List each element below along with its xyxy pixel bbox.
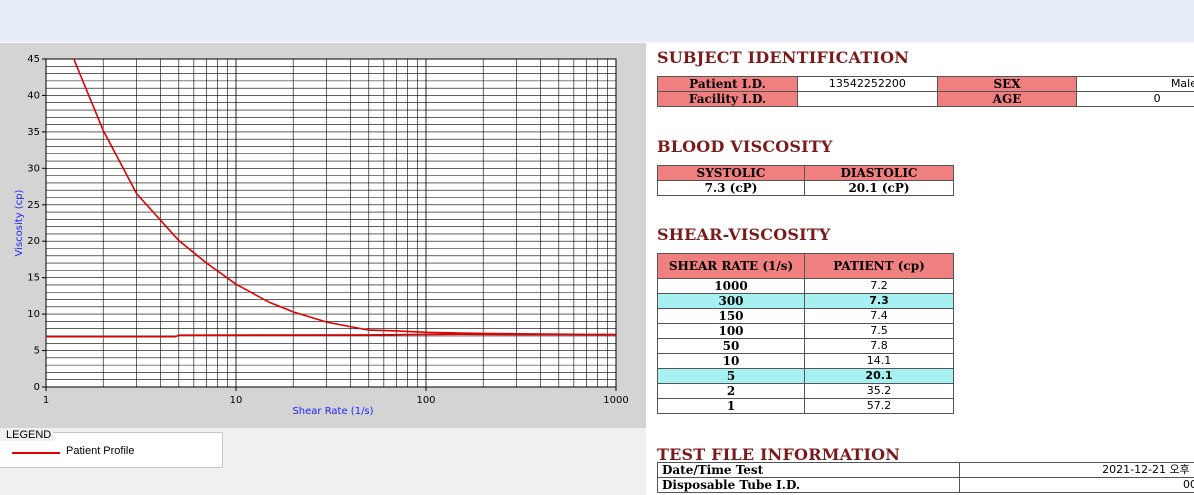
- subject-identification-title: SUBJECT IDENTIFICATION: [657, 48, 910, 67]
- subject-table: Patient I.D. 13542252200 SEX Male Facili…: [657, 76, 1194, 107]
- shear-rate-cell: 1: [657, 398, 805, 414]
- sex-value: Male: [1076, 76, 1194, 92]
- facility-id-label: Facility I.D.: [657, 91, 798, 107]
- systolic-label: SYSTOLIC: [657, 165, 805, 181]
- legend-label: Patient Profile: [66, 445, 135, 457]
- shear-row: 150 7.4: [657, 308, 954, 324]
- age-label: AGE: [936, 91, 1078, 107]
- patient-id-label: Patient I.D.: [657, 76, 798, 92]
- x-tick-label: 100: [416, 395, 435, 406]
- shear-rate-cell: 10: [657, 353, 805, 369]
- blood-viscosity-table: SYSTOLIC DIASTOLIC 7.3 (cP) 20.1 (cP): [657, 165, 954, 196]
- patient-cp-cell: 14.1: [804, 353, 954, 369]
- test-file-table: Date/Time Test 2021-12-21 오후 : Disposabl…: [656, 462, 1194, 493]
- y-tick-label: 0: [34, 382, 40, 393]
- shear-rate-cell: 50: [657, 338, 805, 354]
- legend-swatch: [12, 452, 60, 454]
- y-axis-label: Viscosity (cp): [14, 189, 25, 256]
- diastolic-value: 20.1 (cP): [804, 180, 954, 196]
- sex-label: SEX: [936, 76, 1078, 92]
- blood-viscosity-title: BLOOD VISCOSITY: [657, 137, 833, 156]
- y-tick-label: 35: [27, 127, 40, 138]
- shear-rate-cell: 2: [657, 383, 805, 399]
- y-tick-label: 15: [27, 273, 40, 284]
- facility-id-value: [796, 91, 938, 107]
- shear-rate-cell: 100: [657, 323, 805, 339]
- patient-cp-cell: 20.1: [804, 368, 954, 384]
- y-tick-label: 25: [27, 200, 40, 211]
- y-tick-label: 45: [27, 54, 40, 65]
- x-axis-label: Shear Rate (1/s): [292, 406, 373, 417]
- shear-row: 10 14.1: [657, 353, 954, 369]
- y-tick-label: 5: [34, 346, 40, 357]
- age-value: 0: [1076, 91, 1194, 107]
- top-toolbar-area: [0, 0, 1194, 43]
- date-time-label: Date/Time Test: [656, 462, 961, 478]
- shear-row: 300 7.3: [657, 293, 954, 309]
- patient-cp-cell: 7.4: [804, 308, 954, 324]
- y-tick-label: 20: [27, 236, 40, 247]
- shear-row: 5 20.1: [657, 368, 954, 384]
- viscosity-chart: 0 5 10 15 20 25 30 35 40 45 1 10 100 1000 Shear Rate (…: [14, 54, 629, 417]
- tube-id-label: Disposable Tube I.D.: [656, 477, 961, 493]
- shear-row: 100 7.5: [657, 323, 954, 339]
- shear-rate-header: SHEAR RATE (1/s): [657, 253, 805, 279]
- date-time-value: 2021-12-21 오후 :: [959, 462, 1194, 478]
- shear-rate-cell: 5: [657, 368, 805, 384]
- shear-row: 1 57.2: [657, 398, 954, 414]
- shear-rate-cell: 300: [657, 293, 805, 309]
- shear-viscosity-table: SHEAR RATE (1/s) PATIENT (cp) 1000 7.2 300…: [657, 253, 954, 414]
- x-tick-label: 1: [43, 395, 49, 406]
- y-tick-label: 10: [27, 309, 40, 320]
- plot-area: [45, 58, 617, 388]
- patient-cp-cell: 57.2: [804, 398, 954, 414]
- y-tick-label: 40: [27, 90, 40, 101]
- patient-cp-cell: 7.3: [804, 293, 954, 309]
- shear-rate-cell: 1000: [657, 278, 805, 294]
- patient-cp-cell: 7.8: [804, 338, 954, 354]
- y-tick-label: 30: [27, 163, 40, 174]
- diastolic-label: DIASTOLIC: [804, 165, 954, 181]
- shear-row: 50 7.8: [657, 338, 954, 354]
- systolic-value: 7.3 (cP): [657, 180, 805, 196]
- shear-row: 2 35.2: [657, 383, 954, 399]
- patient-cp-cell: 7.5: [804, 323, 954, 339]
- patient-id-value: 13542252200: [796, 76, 938, 92]
- patient-cp-cell: 35.2: [804, 383, 954, 399]
- x-tick-label: 1000: [603, 395, 628, 406]
- tube-id-value: 00: [959, 477, 1194, 493]
- x-tick-label: 10: [230, 395, 243, 406]
- legend-box: LEGEND Patient Profile: [0, 429, 223, 468]
- viscosity-chart-panel: 0 5 10 15 20 25 30 35 40 45 1 10 100 1000 Shear Rate (…: [0, 43, 646, 428]
- shear-row: 1000 7.2: [657, 278, 954, 294]
- patient-cp-header: PATIENT (cp): [804, 253, 954, 279]
- shear-viscosity-title: SHEAR-VISCOSITY: [657, 225, 831, 244]
- patient-cp-cell: 7.2: [804, 278, 954, 294]
- legend-title: LEGEND: [0, 429, 54, 441]
- shear-rate-cell: 150: [657, 308, 805, 324]
